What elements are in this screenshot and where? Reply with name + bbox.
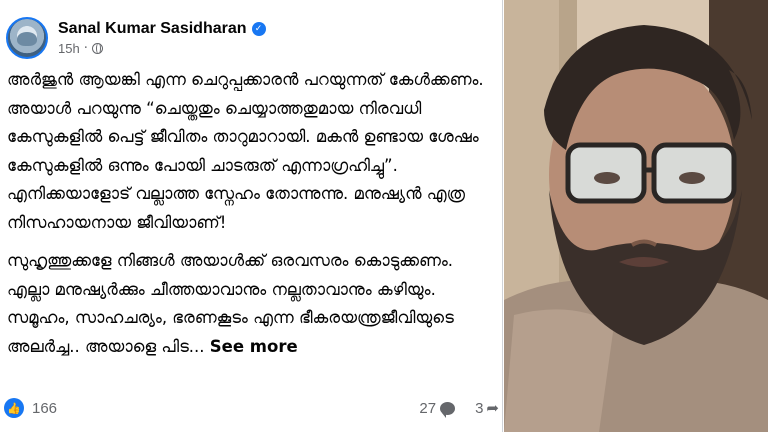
engagement-stats: 27 3 ➦ xyxy=(399,399,499,418)
portrait-illustration xyxy=(504,0,768,432)
verified-badge-icon: ✓ xyxy=(251,22,266,36)
comments-stat[interactable]: 27 xyxy=(411,399,456,418)
post-paragraph-1: അർജുൻ ആയങ്കി എന്ന ചെറുപ്പക്കാരൻ പറയുന്നത… xyxy=(7,70,484,232)
like-icon: 👍 xyxy=(4,398,24,418)
shares-stat[interactable]: 3 ➦ xyxy=(467,399,499,417)
share-count: 3 xyxy=(475,399,484,417)
post-paragraph-2: സുഹൃത്തുക്കളേ നിങ്ങൾ അയാൾക്ക് ഒരവസരം കൊട… xyxy=(7,247,497,361)
post-timestamp[interactable]: 15h xyxy=(58,41,80,56)
see-more-link[interactable]: See more xyxy=(210,337,298,356)
author-avatar[interactable] xyxy=(6,17,48,59)
author-name-row: Sanal Kumar Sasidharan ✓ xyxy=(58,20,266,38)
meta-separator: · xyxy=(83,41,88,56)
post-meta: 15h · xyxy=(58,41,266,56)
reaction-count: 166 xyxy=(32,399,58,417)
author-info: Sanal Kumar Sasidharan ✓ 15h · xyxy=(58,20,266,56)
facebook-post-card: Sanal Kumar Sasidharan ✓ 15h · അർജുൻ ആയങ… xyxy=(0,0,503,432)
comment-icon xyxy=(440,401,456,418)
portrait-photo xyxy=(504,0,768,432)
post-footer: 👍 166 27 3 ➦ xyxy=(0,392,503,424)
share-icon: ➦ xyxy=(486,399,499,417)
comment-count: 27 xyxy=(419,399,437,417)
reactions-summary[interactable]: 👍 166 xyxy=(4,398,57,418)
post-header: Sanal Kumar Sasidharan ✓ 15h · xyxy=(6,10,266,66)
globe-icon[interactable] xyxy=(91,43,103,54)
author-name-link[interactable]: Sanal Kumar Sasidharan xyxy=(58,20,247,38)
post-text: അർജുൻ ആയങ്കി എന്ന ചെറുപ്പക്കാരൻ പറയുന്നത… xyxy=(7,66,497,371)
